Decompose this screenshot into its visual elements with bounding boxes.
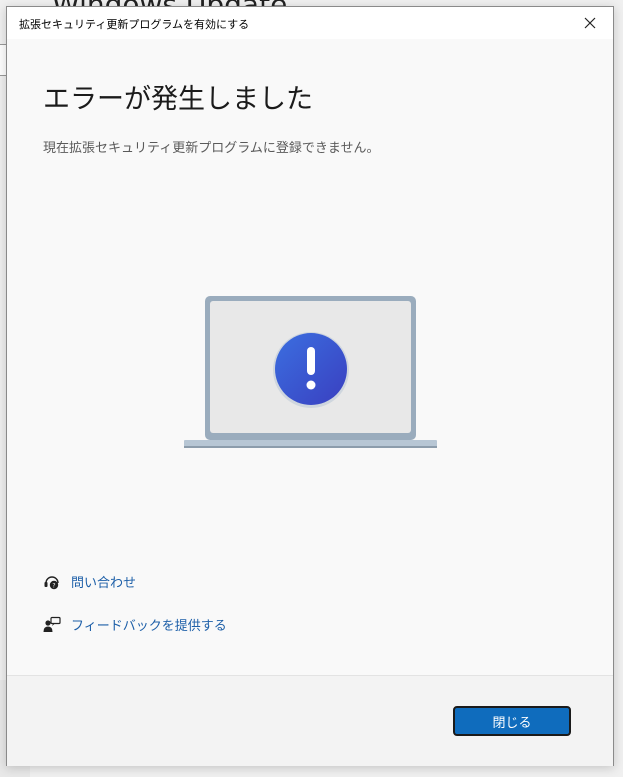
close-icon [584,17,596,29]
dialog-footer: 閉じる [7,675,613,766]
error-description: 現在拡張セキュリティ更新プログラムに登録できません。 [43,141,380,156]
contact-support-label: 問い合わせ [71,576,137,591]
contact-support-icon: ? [43,573,61,591]
error-dialog: 拡張セキュリティ更新プログラムを有効にする エラーが発生しました 現在拡張セキュ… [6,6,614,766]
contact-support-link[interactable]: ? 問い合わせ [43,572,136,591]
dialog-titlebar: 拡張セキュリティ更新プログラムを有効にする [7,7,613,39]
page-title: エラーが発生しました [43,84,313,115]
feedback-label: フィードバックを提供する [71,619,227,634]
feedback-icon [43,616,61,634]
svg-text:?: ? [52,582,55,589]
laptop-error-illustration [184,296,437,448]
close-button[interactable]: 閉じる [453,706,571,736]
feedback-link[interactable]: フィードバックを提供する [43,615,227,634]
window-close-button[interactable] [567,7,613,39]
dialog-window-title: 拡張セキュリティ更新プログラムを有効にする [19,18,250,31]
